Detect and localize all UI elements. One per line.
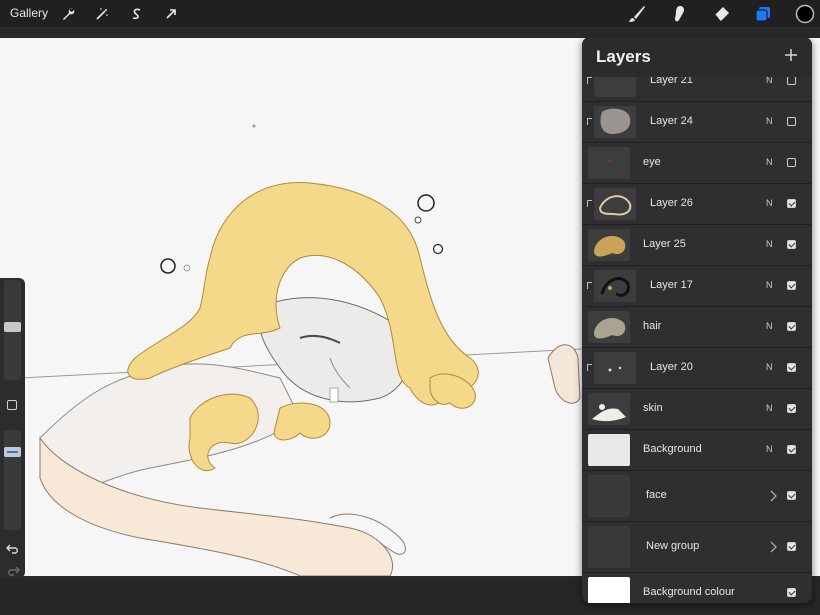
blend-mode-button[interactable]: N: [766, 321, 773, 331]
layer-row[interactable]: hair N: [582, 307, 812, 348]
blend-mode-button[interactable]: N: [766, 198, 773, 208]
gallery-button[interactable]: Gallery: [10, 6, 48, 20]
layer-row[interactable]: Layer 26 N: [582, 184, 812, 225]
layer-name: skin: [643, 402, 663, 414]
layer-name: hair: [643, 320, 662, 332]
add-layer-button[interactable]: [782, 46, 800, 64]
selection-icon[interactable]: [126, 3, 148, 25]
layer-name: face: [646, 489, 667, 501]
clipping-mask-icon: [587, 118, 592, 125]
visibility-checkbox[interactable]: [787, 404, 796, 413]
blend-mode-button[interactable]: N: [766, 362, 773, 372]
square-modify-icon[interactable]: [7, 400, 17, 410]
layers-panel: Layers Layer 21 N Layer 24 N eye N Layer…: [582, 37, 812, 603]
layer-thumbnail: [594, 106, 636, 138]
visibility-checkbox[interactable]: [787, 542, 796, 551]
layer-name: Background: [643, 443, 702, 455]
visibility-checkbox[interactable]: [787, 76, 796, 85]
blend-mode-button[interactable]: N: [766, 116, 773, 126]
opacity-slider[interactable]: [4, 430, 21, 530]
layer-row[interactable]: eye N: [582, 143, 812, 184]
layer-name: Layer 17: [650, 279, 693, 291]
layer-row[interactable]: Background N: [582, 430, 812, 471]
color-swatch-icon[interactable]: [794, 3, 816, 25]
blend-mode-button[interactable]: N: [766, 280, 773, 290]
brush-size-slider[interactable]: [4, 280, 21, 380]
layer-name: Background colour: [643, 586, 735, 598]
layer-name: Layer 20: [650, 361, 693, 373]
layer-group-row[interactable]: New group: [582, 522, 812, 573]
layer-name: Layer 24: [650, 115, 693, 127]
visibility-checkbox[interactable]: [787, 322, 796, 331]
visibility-checkbox[interactable]: [787, 588, 796, 597]
plus-icon: [785, 49, 797, 61]
layer-thumbnail: [588, 147, 630, 179]
layer-thumbnail: [588, 229, 630, 261]
layer-thumbnail: [588, 434, 630, 466]
visibility-checkbox[interactable]: [787, 281, 796, 290]
layers-panel-title: Layers: [596, 47, 651, 66]
blend-mode-button[interactable]: N: [766, 157, 773, 167]
visibility-checkbox[interactable]: [787, 240, 796, 249]
wrench-icon[interactable]: [57, 3, 79, 25]
layer-name: Layer 25: [643, 238, 686, 250]
layer-thumbnail: [594, 270, 636, 302]
layer-row[interactable]: Layer 17 N: [582, 266, 812, 307]
smudge-icon[interactable]: [668, 3, 690, 25]
group-thumbnail: [588, 475, 630, 517]
background-colour-row[interactable]: Background colour: [582, 573, 812, 603]
brush-size-handle[interactable]: [4, 322, 21, 332]
chevron-right-icon[interactable]: [768, 540, 778, 554]
visibility-checkbox[interactable]: [787, 363, 796, 372]
layer-name: New group: [646, 540, 700, 552]
clipping-mask-icon: [587, 282, 592, 289]
top-toolbar: Gallery: [0, 0, 820, 27]
layer-thumbnail: [594, 188, 636, 220]
clipping-mask-icon: [587, 77, 592, 84]
eraser-icon[interactable]: [710, 3, 732, 25]
blend-mode-button[interactable]: N: [766, 444, 773, 454]
layer-name: eye: [643, 156, 661, 168]
layer-thumbnail: [588, 393, 630, 425]
brush-icon[interactable]: [626, 3, 648, 25]
opacity-handle[interactable]: [4, 447, 21, 457]
visibility-checkbox[interactable]: [787, 117, 796, 126]
layer-row[interactable]: skin N: [582, 389, 812, 430]
layer-thumbnail: [594, 352, 636, 384]
undo-icon[interactable]: [6, 542, 20, 554]
group-thumbnail: [588, 526, 630, 568]
background-colour-thumbnail: [588, 577, 630, 603]
chevron-right-icon[interactable]: [768, 489, 778, 503]
transform-arrow-icon[interactable]: [160, 3, 182, 25]
visibility-checkbox[interactable]: [787, 491, 796, 500]
layer-row[interactable]: Layer 24 N: [582, 102, 812, 143]
layers-panel-header: Layers: [582, 37, 812, 77]
layers-icon[interactable]: [752, 3, 774, 25]
layer-row[interactable]: Layer 20 N: [582, 348, 812, 389]
magic-wand-icon[interactable]: [91, 3, 113, 25]
visibility-checkbox[interactable]: [787, 158, 796, 167]
blend-mode-button[interactable]: N: [766, 239, 773, 249]
redo-icon[interactable]: [6, 564, 20, 576]
layer-name: Layer 26: [650, 197, 693, 209]
left-sidebar: [0, 278, 25, 578]
layer-row[interactable]: Layer 25 N: [582, 225, 812, 266]
clipping-mask-icon: [587, 364, 592, 371]
visibility-checkbox[interactable]: [787, 199, 796, 208]
visibility-checkbox[interactable]: [787, 445, 796, 454]
clipping-mask-icon: [587, 200, 592, 207]
layer-thumbnail: [588, 311, 630, 343]
layer-group-row[interactable]: face: [582, 471, 812, 522]
blend-mode-button[interactable]: N: [766, 403, 773, 413]
